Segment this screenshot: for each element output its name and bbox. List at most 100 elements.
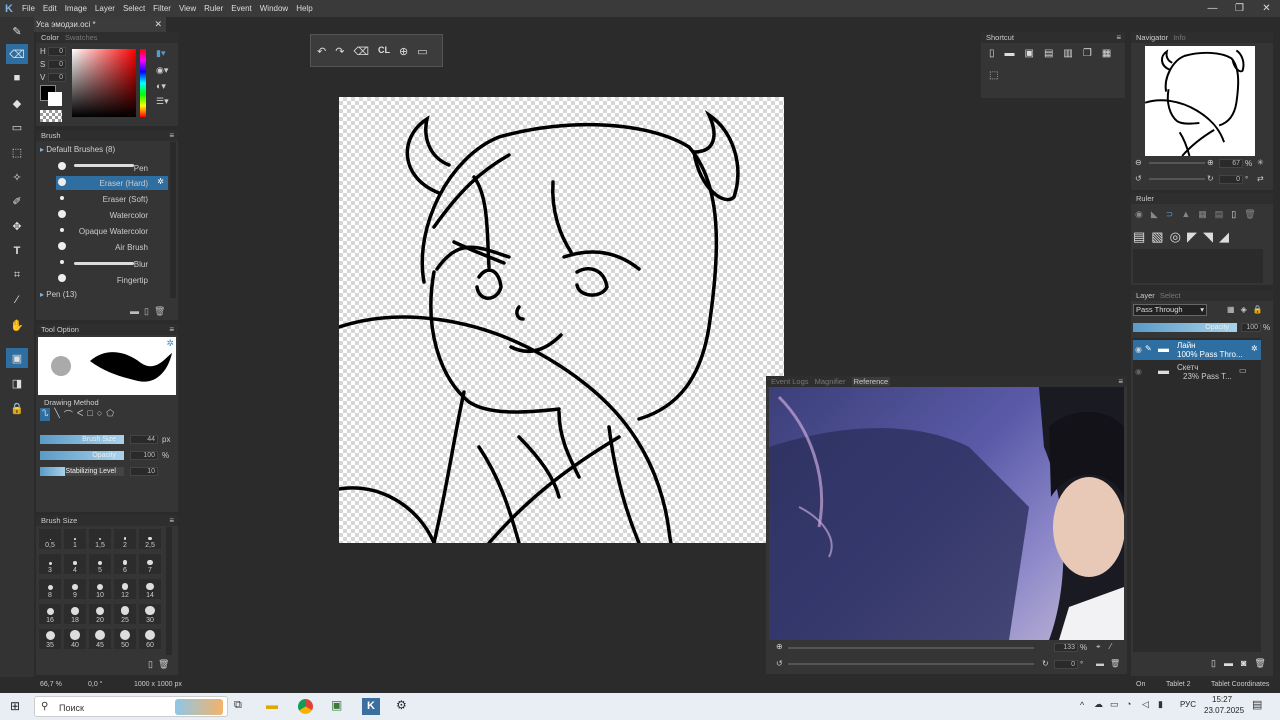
pen-tool-icon[interactable]: ✎ — [6, 21, 28, 41]
new-file-icon[interactable]: ▯ — [989, 48, 995, 59]
mask-mode-icon[interactable]: ◨ — [6, 373, 28, 393]
brush-size-cell[interactable]: 14 — [139, 579, 161, 599]
gear-icon[interactable]: ✲ — [157, 177, 164, 186]
brush-item-eraser-hard[interactable]: Eraser (Hard) ✲ — [56, 176, 168, 190]
select-pen-icon[interactable]: ✐ — [6, 191, 28, 211]
menu-icon[interactable]: ≡ — [169, 324, 174, 335]
brush-item-blur[interactable]: Blur — [56, 256, 168, 270]
menu-select[interactable]: Select — [119, 4, 149, 13]
brush-size-cell[interactable]: 18 — [64, 604, 86, 624]
rectangle-icon[interactable]: □ — [87, 408, 92, 421]
crop-tool-icon[interactable]: ⌗ — [6, 265, 28, 285]
zoom-in-icon[interactable]: ⊕ — [1207, 158, 1214, 167]
maximize-button[interactable]: ❐ — [1226, 0, 1253, 17]
background-color-swatch[interactable] — [48, 92, 62, 106]
tab-navigator[interactable]: Navigator — [1136, 33, 1168, 42]
open-folder-icon[interactable]: ▬ — [1005, 48, 1015, 59]
menu-icon[interactable]: ≡ — [1116, 32, 1121, 43]
tab-select[interactable]: Select — [1160, 291, 1181, 300]
tab-swatches[interactable]: Swatches — [65, 33, 98, 42]
brush-item-watercolor[interactable]: Watercolor — [56, 208, 168, 222]
s-value[interactable]: 0 — [48, 60, 66, 69]
tab-reference[interactable]: Reference — [851, 377, 891, 386]
brush-size-cell[interactable]: 7 — [139, 554, 161, 574]
v-value[interactable]: 0 — [48, 73, 66, 82]
menu-window[interactable]: Window — [256, 4, 292, 13]
brush-item-pen[interactable]: Pen — [56, 160, 168, 174]
redo-icon[interactable]: ↷ — [335, 45, 344, 58]
rectangle-tool-icon[interactable]: ■ — [6, 68, 28, 88]
ref-angle-value[interactable]: 0 — [1054, 660, 1078, 669]
brush-size-cell[interactable]: 20 — [89, 604, 111, 624]
brush-size-cell[interactable]: 45 — [89, 629, 111, 649]
app-icon[interactable]: ▣ — [331, 698, 342, 712]
perspective1-icon[interactable]: ◤ — [1187, 229, 1197, 245]
brush-item-air-brush[interactable]: Air Brush — [56, 240, 168, 254]
mask-icon[interactable]: ◙ — [1241, 658, 1246, 669]
menu-file[interactable]: File — [18, 4, 39, 13]
perspective2-icon[interactable]: ◥ — [1203, 229, 1213, 245]
lock-alpha-icon[interactable]: ▦ — [1227, 305, 1235, 314]
file-explorer-icon[interactable]: ▬ — [266, 698, 278, 712]
trash-icon[interactable]: 🗑 — [1244, 209, 1255, 220]
close-button[interactable]: ✕ — [1253, 0, 1280, 17]
network-icon[interactable]: ▭ — [1110, 699, 1119, 710]
color-drop-icon[interactable]: ◐▾ — [156, 81, 166, 92]
brush-size-cell[interactable]: 10 — [89, 579, 111, 599]
brush-item-eraser-soft[interactable]: Eraser (Soft) — [56, 192, 168, 206]
brush-group-default[interactable]: ▸ Default Brushes (8) — [40, 145, 115, 154]
trash-icon[interactable]: 🗑 — [1254, 658, 1265, 669]
brush-size-cell[interactable]: 35 — [39, 629, 61, 649]
line-icon[interactable]: ╲ — [54, 408, 59, 421]
brush-size-cell[interactable]: 3 — [39, 554, 61, 574]
eye-icon[interactable]: ◉ — [1135, 345, 1142, 354]
menu-icon[interactable]: ≡ — [1118, 376, 1123, 387]
save-as-icon[interactable]: ▤ — [1044, 48, 1053, 59]
windows-start-icon[interactable]: ⊞ — [10, 699, 20, 713]
clear-icon[interactable]: ⌫ — [353, 45, 369, 58]
reference-image[interactable] — [769, 387, 1124, 640]
volume-icon[interactable]: ◁ — [1142, 699, 1149, 710]
brush-size-cell[interactable]: 25 — [114, 604, 136, 624]
opacity-value[interactable]: 100 — [130, 451, 158, 460]
minimize-button[interactable]: — — [1199, 0, 1226, 17]
search-box[interactable]: ⚲ Поиск — [34, 696, 228, 717]
canvas[interactable] — [339, 97, 784, 543]
fit-icon[interactable]: ⌖ — [1096, 642, 1101, 652]
clipping-icon[interactable]: ◈ — [1241, 305, 1247, 314]
nav-angle-value[interactable]: 0 — [1219, 175, 1243, 184]
brush-item-opaque-watercolor[interactable]: Opaque Watercolor — [56, 224, 168, 238]
language-indicator[interactable]: РУС — [1180, 700, 1196, 709]
perspective3-icon[interactable]: ◢ — [1219, 229, 1229, 245]
chrome-icon[interactable] — [298, 699, 313, 714]
saturation-value-picker[interactable] — [72, 49, 136, 117]
select-tool-icon[interactable]: ⬚ — [6, 142, 28, 162]
tab-info[interactable]: Info — [1173, 33, 1186, 42]
stabilizing-value[interactable]: 10 — [130, 467, 158, 476]
color-mode-icon[interactable]: ▮▾ — [156, 48, 172, 60]
rotate-right-icon[interactable]: ↻ — [1207, 174, 1214, 183]
parallel-ruler-icon[interactable]: ▤ — [1133, 229, 1145, 245]
select-all-icon[interactable]: ⬚ — [989, 70, 998, 81]
stabilizing-slider[interactable]: Stabilizing Level — [40, 467, 124, 476]
steam-icon[interactable]: ⚙ — [396, 698, 407, 712]
brush-size-cell[interactable]: 50 — [114, 629, 136, 649]
zoom-out-icon[interactable]: ⊕ — [776, 642, 783, 651]
rotate-right-icon[interactable]: ↻ — [1042, 659, 1049, 668]
rotate-left-icon[interactable]: ↺ — [776, 659, 783, 668]
h-value[interactable]: 0 — [48, 47, 66, 56]
window-icon[interactable]: ▭ — [417, 45, 427, 58]
lock-icon[interactable]: 🔒 — [6, 398, 28, 418]
rotate-left-icon[interactable]: ↺ — [1135, 174, 1142, 183]
brush-group-pen[interactable]: ▸ Pen (13) — [40, 290, 77, 299]
deselect-icon[interactable]: ⊕ — [399, 45, 408, 58]
save-icon[interactable]: ▣ — [1025, 48, 1034, 59]
freehand-icon[interactable]: ᔐ — [40, 408, 51, 421]
clock-time[interactable]: 15:27 — [1212, 695, 1232, 704]
brush-size-cell[interactable]: 2,5 — [139, 529, 161, 549]
brush-size-cell[interactable]: 0,5 — [39, 529, 61, 549]
battery-icon[interactable]: ▮ — [1158, 699, 1163, 710]
eye-icon[interactable]: ◉ — [1135, 209, 1143, 220]
menu-icon[interactable]: ≡ — [169, 130, 174, 141]
ref-zoom-value[interactable]: 133 — [1054, 643, 1078, 652]
